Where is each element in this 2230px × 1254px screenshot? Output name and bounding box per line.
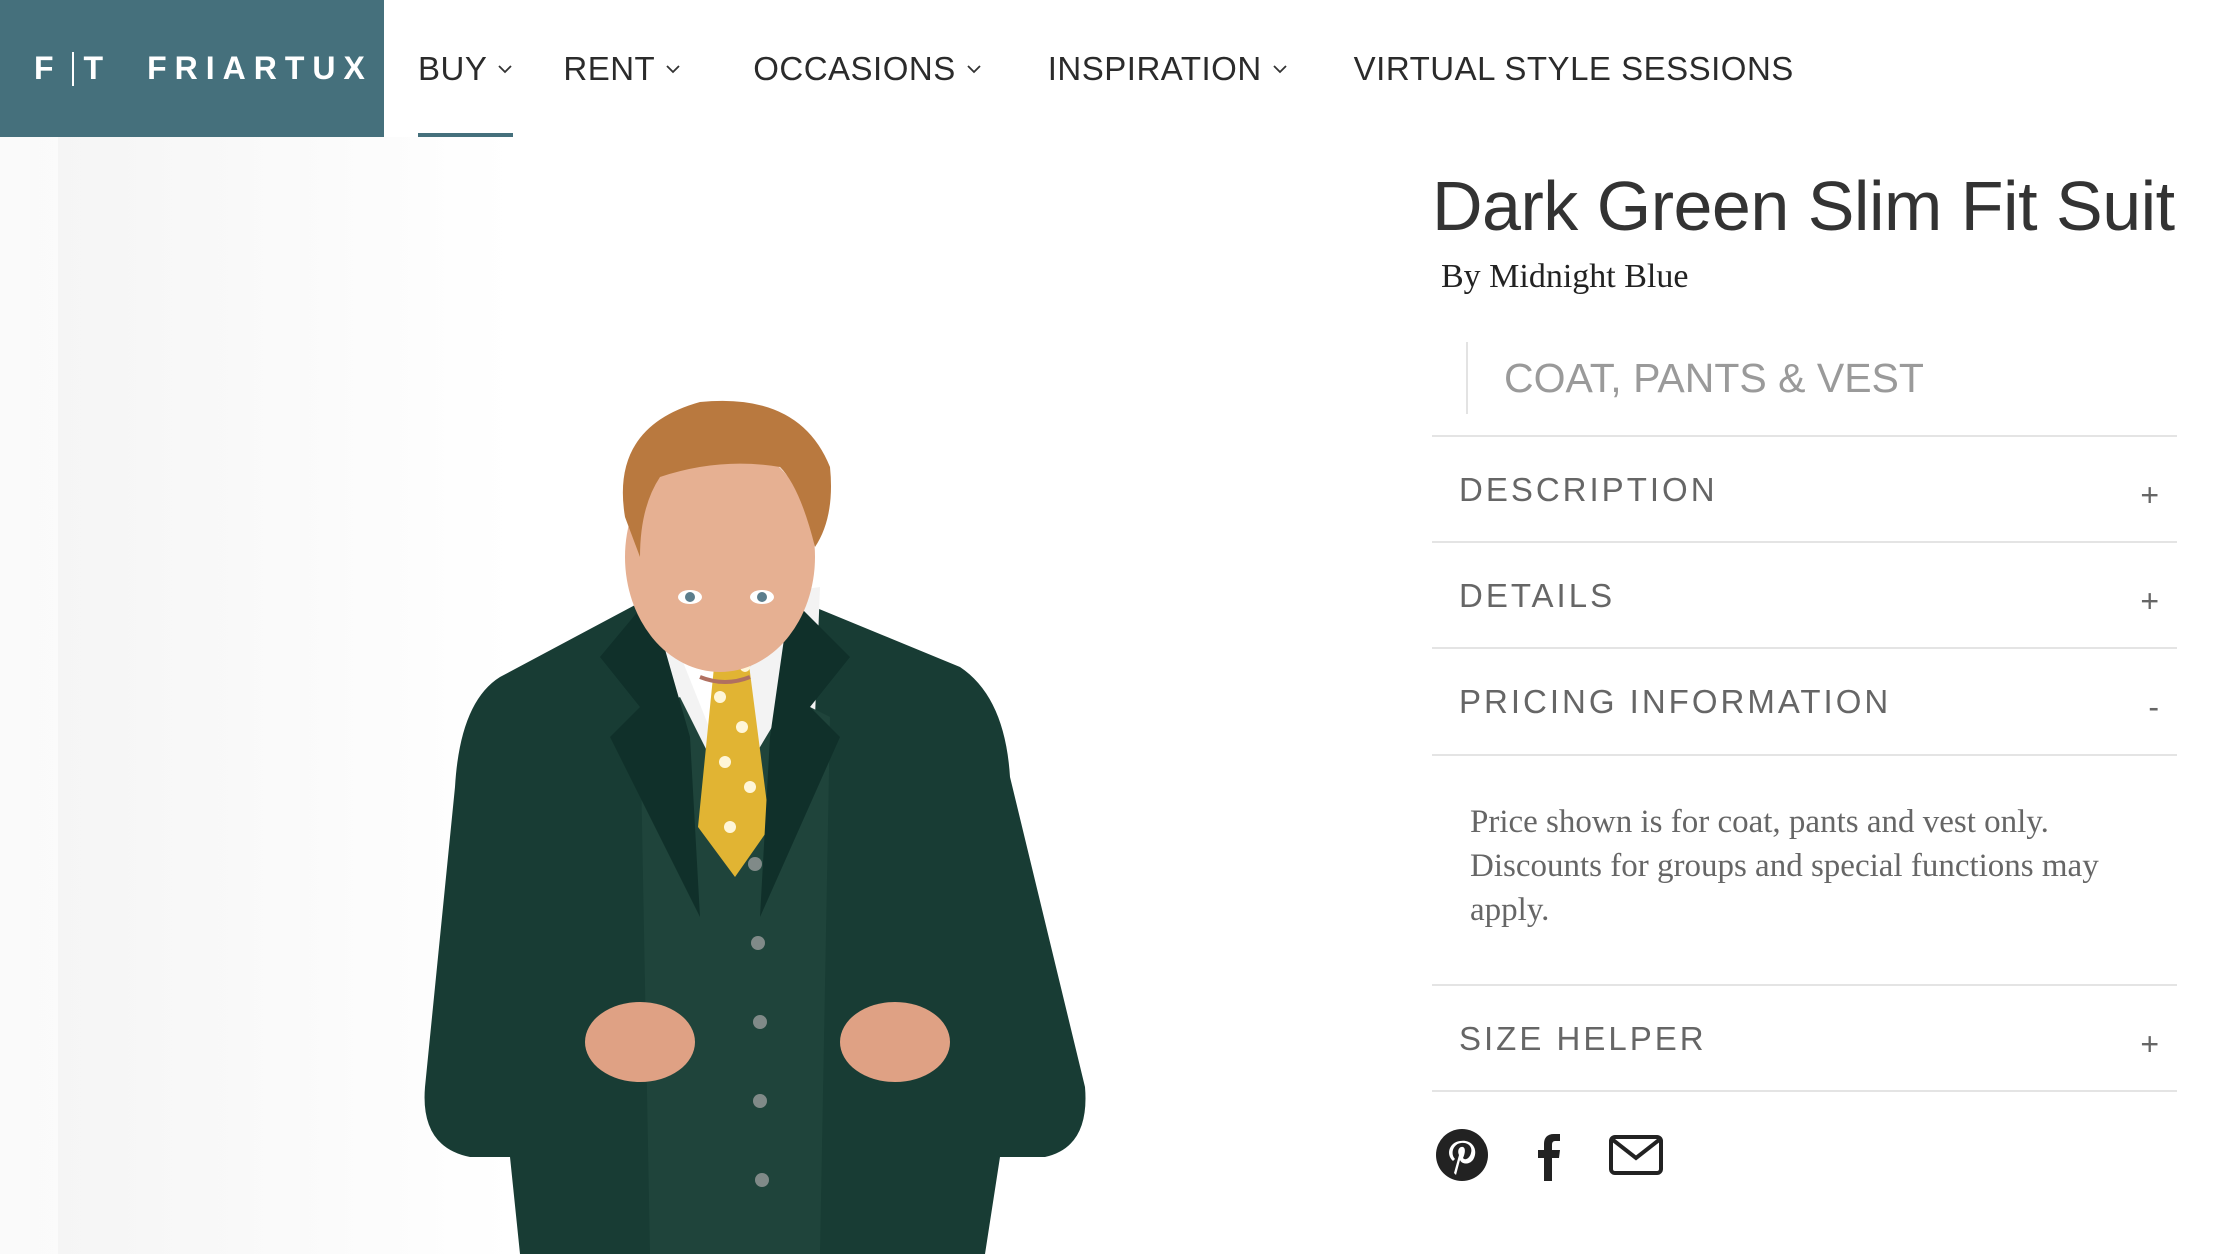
facebook-icon[interactable] <box>1519 1125 1579 1185</box>
product-brand[interactable]: By Midnight Blue <box>1441 258 1688 296</box>
accordion-label: DETAILS <box>1459 576 1616 614</box>
nav-occasions-label: OCCASIONS <box>753 49 956 87</box>
nav-virtual-style-sessions-label: VIRTUAL STYLE SESSIONS <box>1353 49 1794 87</box>
model-in-suit-illustration <box>58 137 1198 1254</box>
accordion-header-pricing-information[interactable]: PRICING INFORMATION - <box>1432 649 2177 754</box>
expand-icon: + <box>2140 477 2159 513</box>
email-icon[interactable] <box>1606 1125 1666 1185</box>
social-share <box>1432 1125 1693 1185</box>
nav-rent-label: RENT <box>563 49 656 87</box>
logo-mark-f: F <box>34 50 62 86</box>
accordion-label: DESCRIPTION <box>1459 470 1718 508</box>
product-title: Dark Green Slim Fit Suit <box>1432 167 2175 245</box>
nav-virtual-style-sessions[interactable]: VIRTUAL STYLE SESSIONS <box>1354 0 1794 137</box>
logo-mark: F T <box>34 50 111 87</box>
accordion-description: DESCRIPTION + <box>1432 435 2177 542</box>
accordion-header-details[interactable]: DETAILS + <box>1432 543 2177 648</box>
nav-occasions[interactable]: OCCASIONS <box>753 0 982 137</box>
collapse-icon: - <box>2148 689 2159 725</box>
logo-name: FRIARTUX <box>147 50 373 86</box>
nav-buy[interactable]: BUY <box>418 0 514 137</box>
expand-icon: + <box>2140 1026 2159 1062</box>
nav-inspiration[interactable]: INSPIRATION <box>1048 0 1288 137</box>
chevron-down-icon <box>666 64 680 73</box>
accordion-pricing-information: PRICING INFORMATION - Price shown is for… <box>1432 647 2177 976</box>
pinterest-icon[interactable] <box>1432 1125 1492 1185</box>
accordion-label: PRICING INFORMATION <box>1459 682 1892 720</box>
main-nav: BUY RENT OCCASIONS INSPIRATION VIRTUAL S… <box>418 0 1794 137</box>
accordion-size-helper: SIZE HELPER + <box>1432 984 2177 1091</box>
pricing-information-text: Price shown is for coat, pants and vest … <box>1432 754 2177 976</box>
product-image[interactable] <box>0 137 1250 1254</box>
expand-icon: + <box>2140 583 2159 619</box>
site-header: F T FRIARTUX BUY RENT OCCASIONS INSPIRAT… <box>0 0 2230 137</box>
chevron-down-icon <box>967 64 981 73</box>
chevron-down-icon <box>1273 64 1287 73</box>
nav-rent[interactable]: RENT <box>563 0 681 137</box>
chevron-down-icon <box>498 64 512 73</box>
accordion-bottom-border <box>1432 1090 2177 1092</box>
accordion-header-description[interactable]: DESCRIPTION + <box>1432 437 2177 542</box>
logo-mark-t: T <box>83 50 112 86</box>
accordion-label: SIZE HELPER <box>1459 1019 1707 1057</box>
nav-buy-label: BUY <box>418 49 488 87</box>
logo-divider <box>71 51 74 86</box>
friartux-logo[interactable]: F T FRIARTUX <box>0 0 384 137</box>
variant-label: COAT, PANTS & VEST <box>1504 354 1924 401</box>
accordion-header-size-helper[interactable]: SIZE HELPER + <box>1432 986 2177 1091</box>
nav-inspiration-label: INSPIRATION <box>1047 49 1262 87</box>
product-variant: COAT, PANTS & VEST <box>1466 342 1924 414</box>
accordion-details: DETAILS + <box>1432 541 2177 648</box>
